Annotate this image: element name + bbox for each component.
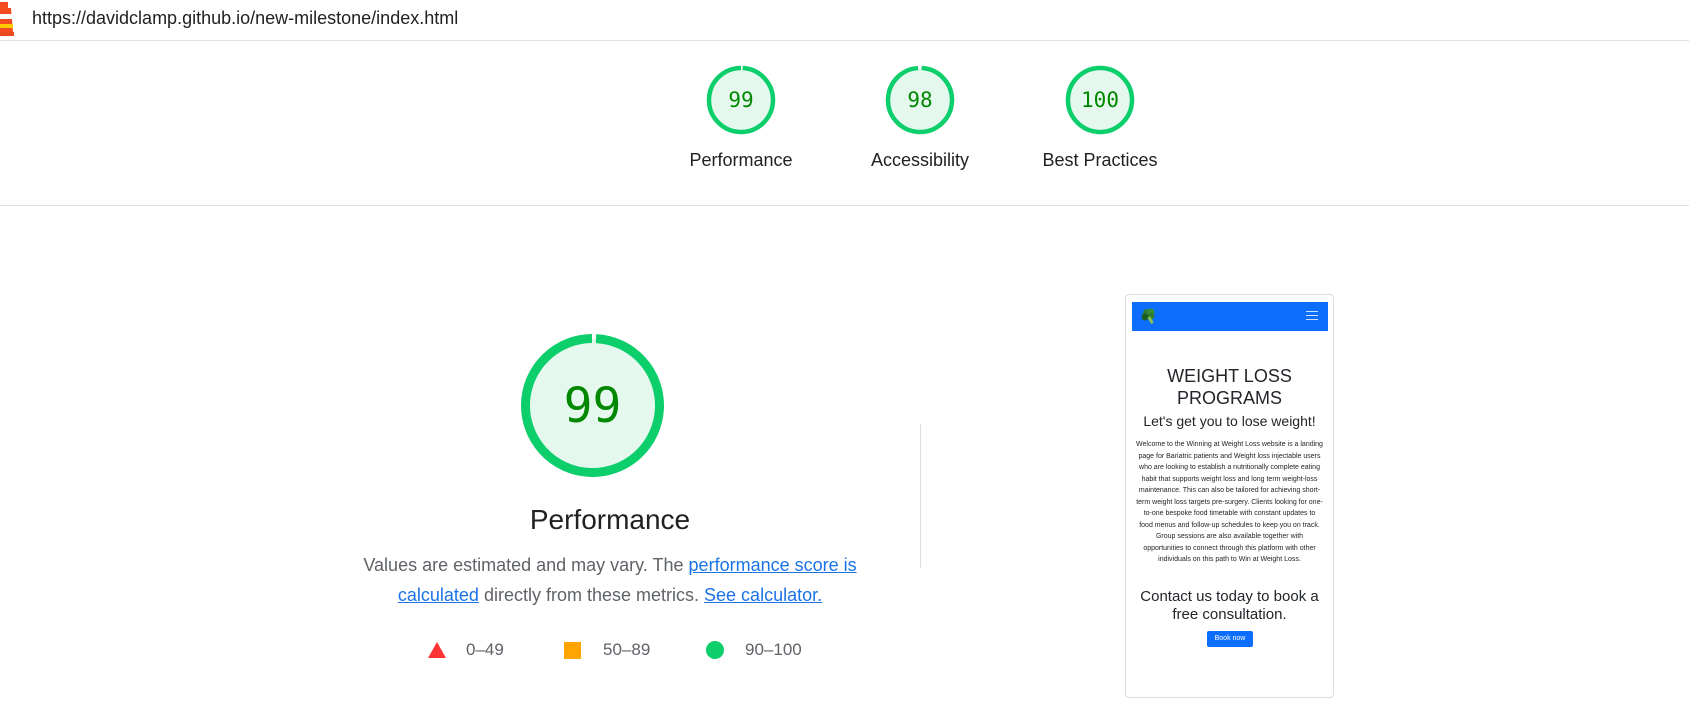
- legend-average: 50–89: [564, 640, 650, 660]
- legend-fail: 0–49: [428, 640, 504, 660]
- page-url-link[interactable]: https://davidclamp.github.io/new-milesto…: [32, 8, 458, 29]
- gauge-best-practices[interactable]: 100 Best Practices: [1020, 64, 1180, 171]
- screenshot-contact: Contact us today to book a free consulta…: [1140, 588, 1319, 623]
- gauge-best-practices-ring: 100: [1065, 65, 1135, 135]
- gauge-label: Best Practices: [1042, 150, 1158, 170]
- legend-pass: 90–100: [706, 640, 802, 660]
- divider: [920, 424, 921, 568]
- see-calculator-link[interactable]: See calculator.: [704, 585, 822, 605]
- url-bar: https://davidclamp.github.io/new-milesto…: [0, 0, 1689, 41]
- triangle-fail-icon: [428, 642, 446, 658]
- gauge-performance[interactable]: 99 Performance: [661, 64, 821, 171]
- gauge-performance-ring: 99: [706, 65, 776, 135]
- screenshot-subheading: Let's get you to lose weight!: [1143, 413, 1316, 429]
- performance-description: Values are estimated and may vary. The p…: [360, 550, 860, 610]
- screenshot-heading: WEIGHT LOSS PROGRAMS: [1167, 366, 1292, 408]
- gauge-label: Accessibility: [870, 150, 970, 170]
- performance-score: 99: [564, 378, 622, 434]
- screenshot-body: Welcome to the Winning at Weight Loss we…: [1136, 441, 1323, 563]
- gauge-label: Performance: [689, 150, 793, 170]
- legend-fail-label: 0–49: [466, 640, 504, 659]
- final-screenshot[interactable]: WEIGHT LOSS PROGRAMS Let's get you to lo…: [1125, 294, 1334, 698]
- gauge-accessibility[interactable]: 98 Accessibility: [840, 64, 1000, 171]
- legend-average-label: 50–89: [603, 640, 651, 659]
- performance-title: Performance: [529, 504, 691, 535]
- gauge-score: 100: [1081, 88, 1119, 112]
- gauge-score: 98: [907, 88, 932, 112]
- broccoli-logo-icon: [1141, 308, 1155, 324]
- performance-gauge-large: 99: [521, 334, 664, 477]
- lighthouse-icon: [0, 2, 14, 36]
- circle-pass-icon: [706, 641, 724, 659]
- screenshot-navbar: [1132, 302, 1328, 331]
- description-text: Values are estimated and may vary. The: [363, 555, 689, 575]
- score-legend: 0–49 50–89 90–100: [425, 640, 845, 664]
- gauge-accessibility-ring: 98: [885, 65, 955, 135]
- gauge-score: 99: [728, 88, 753, 112]
- square-average-icon: [564, 641, 581, 659]
- score-gauges: 99 Performance 98 Accessibility 100 Best…: [0, 64, 1689, 206]
- description-text-2: directly from these metrics.: [478, 585, 700, 605]
- legend-pass-label: 90–100: [745, 640, 802, 659]
- screenshot-book-now-button: Book now: [1207, 631, 1253, 647]
- hamburger-menu-icon: [1306, 311, 1318, 323]
